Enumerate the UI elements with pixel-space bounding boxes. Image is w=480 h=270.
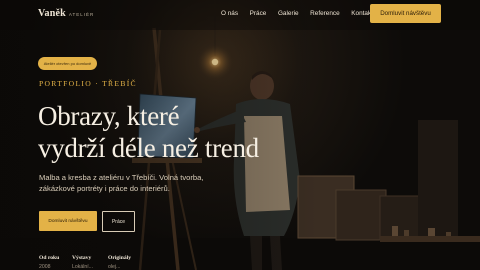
- hero-headline-line-1: Obrazy, které: [38, 101, 180, 131]
- top-navigation: Vaněk ATELIÉR O nás Práce Galerie Refere…: [0, 0, 480, 30]
- stat-value: 2008: [39, 264, 51, 270]
- nav-link-prace[interactable]: Práce: [250, 10, 267, 17]
- stat-since-year: Od roku 2008: [39, 255, 70, 270]
- hero-headline: Obrazy, které vydrží déle než trend: [38, 100, 259, 164]
- nav-link-galerie[interactable]: Galerie: [278, 10, 299, 17]
- hero-headline-line-2: vydrží déle než trend: [38, 133, 259, 163]
- stat-label: Originály: [108, 255, 131, 261]
- nav-link-reference[interactable]: Reference: [310, 10, 340, 17]
- stat-exhibitions: Výstavy Lokální...: [72, 255, 106, 270]
- hero-eyebrow: PORTFOLIO · TŘEBÍČ: [39, 79, 137, 88]
- hero-stats: Od roku 2008 Výstavy Lokální... Originál…: [39, 255, 141, 270]
- hero-works-button[interactable]: Práce: [102, 211, 135, 232]
- stat-label: Výstavy: [72, 255, 92, 261]
- hero-book-visit-button[interactable]: Domluvit návštěvu: [39, 211, 97, 231]
- nav-book-visit-button[interactable]: Domluvit návštěvu: [370, 4, 441, 23]
- stat-value: Lokální...: [72, 264, 94, 270]
- stat-label: Od roku: [39, 255, 60, 261]
- nav-link-o-nas[interactable]: O nás: [221, 10, 238, 17]
- stat-originals: Originály olej...: [108, 255, 139, 270]
- stat-value: olej...: [108, 264, 121, 270]
- brand-subtitle: ATELIÉR: [68, 12, 95, 17]
- hero-lead-text: Malba a kresba z ateliéru v Třebíči. Vol…: [39, 173, 204, 193]
- brand-name: Vaněk: [38, 8, 66, 19]
- open-by-appointment-badge: Ateliér otevřen po domluvě: [38, 57, 97, 70]
- brand-logo[interactable]: Vaněk ATELIÉR: [38, 8, 94, 19]
- nav-links: O nás Práce Galerie Reference Kontakt: [221, 10, 385, 17]
